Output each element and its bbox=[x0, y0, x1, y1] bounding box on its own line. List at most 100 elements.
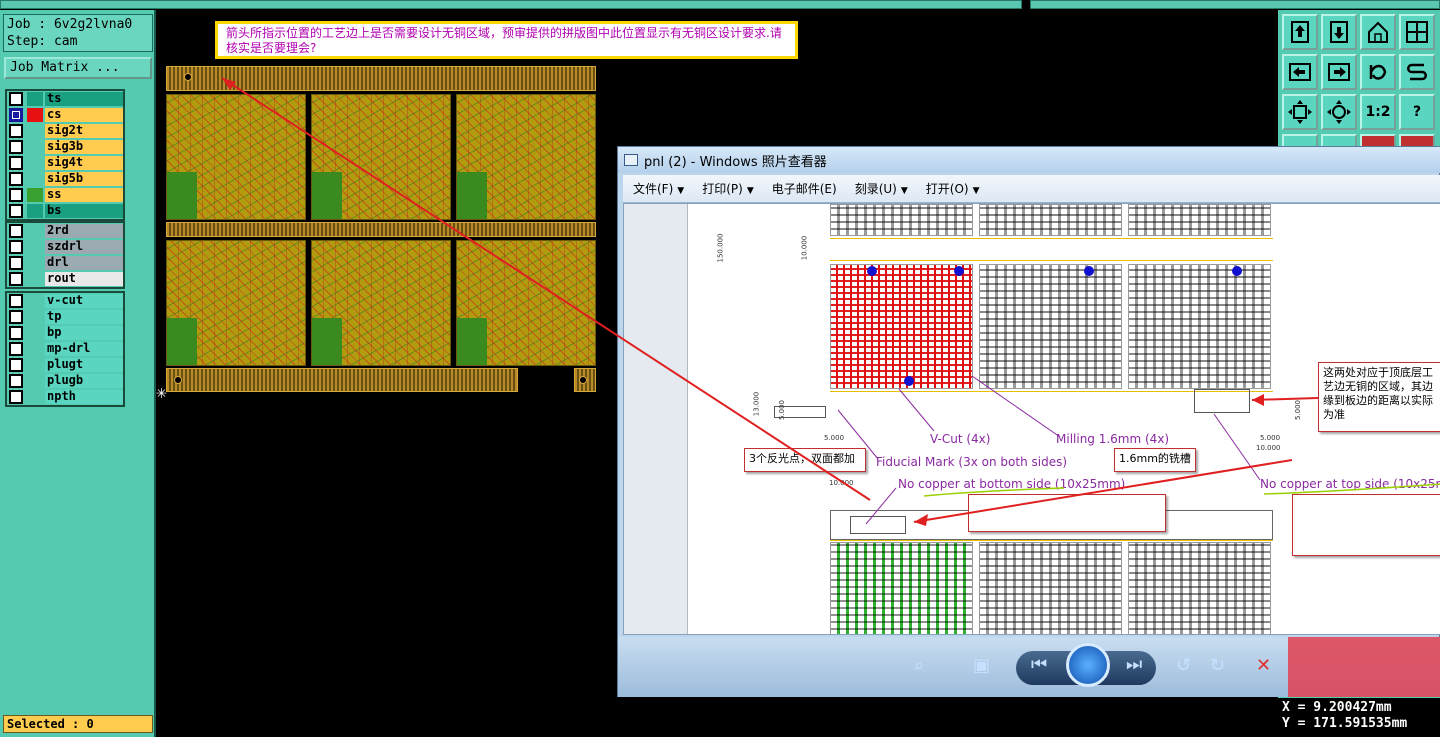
review-question-note: 箭头所指示位置的工艺边上是否需要设计无铜区域，预审提供的拼版图中此位置显示有无铜… bbox=[215, 21, 798, 59]
actual-size-icon[interactable]: ▣ bbox=[973, 655, 990, 676]
coord-x: X = 9.200427mm bbox=[1282, 700, 1392, 715]
layer-row-mp-drl[interactable]: mp-drl bbox=[7, 341, 123, 357]
layer-name: cs bbox=[45, 108, 123, 122]
layer-color-swatch bbox=[27, 342, 43, 356]
layer-checkbox[interactable] bbox=[9, 256, 23, 270]
pan-up-icon[interactable] bbox=[1282, 14, 1318, 50]
bottom-rail bbox=[166, 368, 518, 392]
layer-row-v-cut[interactable]: v-cut bbox=[7, 293, 123, 309]
layer-checkbox[interactable] bbox=[9, 272, 23, 286]
layer-color-swatch bbox=[27, 294, 43, 308]
redraw-icon[interactable] bbox=[1360, 54, 1396, 90]
drawing-arrows bbox=[837, 375, 1440, 526]
layer-checkbox[interactable] bbox=[9, 310, 23, 324]
layer-checkbox[interactable] bbox=[9, 358, 23, 372]
help-button[interactable]: ? bbox=[1399, 94, 1435, 130]
layer-checkbox[interactable] bbox=[9, 140, 23, 154]
layer-row-sig4t[interactable]: sig4t bbox=[7, 155, 123, 171]
tooling-hole bbox=[579, 376, 587, 384]
delete-icon[interactable]: ✕ bbox=[1256, 655, 1271, 676]
layer-checkbox[interactable] bbox=[9, 172, 23, 186]
slideshow-button[interactable] bbox=[1066, 643, 1110, 687]
overlay-red-region bbox=[1288, 637, 1440, 697]
layer-row-tp[interactable]: tp bbox=[7, 309, 123, 325]
viewer-title: pnl (2) - Windows 照片查看器 bbox=[644, 154, 827, 170]
layer-row-ts[interactable]: ts bbox=[7, 91, 123, 107]
layer-row-cs[interactable]: cs bbox=[7, 107, 123, 123]
viewer-image-area[interactable]: 150.000 10.000 13.000 5.000 5.000 10.000… bbox=[623, 203, 1440, 635]
layer-name: v-cut bbox=[45, 294, 123, 308]
home-icon[interactable] bbox=[1360, 14, 1396, 50]
tooling-hole bbox=[184, 73, 192, 81]
layer-checkbox[interactable] bbox=[9, 374, 23, 388]
menu-burn[interactable]: 刻录(U) ▼ bbox=[845, 180, 916, 197]
menu-email[interactable]: 电子邮件(E) bbox=[762, 180, 845, 197]
layer-name: bs bbox=[45, 204, 123, 218]
job-matrix-button[interactable]: Job Matrix ... bbox=[4, 57, 152, 79]
layer-checkbox[interactable] bbox=[9, 204, 23, 218]
layer-color-swatch bbox=[27, 390, 43, 404]
window-fit-icon[interactable] bbox=[1399, 14, 1435, 50]
layer-checkbox[interactable] bbox=[9, 390, 23, 404]
layer-name: ts bbox=[45, 92, 123, 106]
layer-checkbox[interactable] bbox=[9, 224, 23, 238]
pan-left-icon[interactable] bbox=[1282, 54, 1318, 90]
zoom-fit-icon[interactable] bbox=[1282, 94, 1318, 130]
layer-row-drl[interactable]: drl bbox=[7, 255, 123, 271]
layer-color-swatch bbox=[27, 256, 43, 270]
layer-checkbox[interactable] bbox=[9, 124, 23, 138]
layer-group-drill: 2rd szdrl drl rout bbox=[5, 221, 125, 289]
layer-color-swatch bbox=[27, 358, 43, 372]
chevron-down-icon: ▼ bbox=[746, 186, 754, 196]
layer-color-swatch bbox=[27, 272, 43, 286]
pcb-board bbox=[311, 94, 451, 220]
middle-rail bbox=[166, 222, 596, 237]
layer-checkbox[interactable] bbox=[9, 108, 23, 122]
layer-row-rout[interactable]: rout bbox=[7, 271, 123, 287]
zoom-icon[interactable]: ⌕ bbox=[914, 655, 924, 676]
layer-name: bp bbox=[45, 326, 123, 340]
layer-color-swatch bbox=[27, 310, 43, 324]
layer-checkbox[interactable] bbox=[9, 156, 23, 170]
pan-down-icon[interactable] bbox=[1321, 14, 1357, 50]
top-strip bbox=[0, 0, 1440, 10]
next-icon[interactable]: ⏭ bbox=[1126, 654, 1142, 675]
layer-row-bs[interactable]: bs bbox=[7, 203, 123, 219]
layer-checkbox[interactable] bbox=[9, 326, 23, 340]
zoom-toggle-icon[interactable] bbox=[1399, 54, 1435, 90]
layer-checkbox[interactable] bbox=[9, 294, 23, 308]
layer-name: mp-drl bbox=[45, 342, 123, 356]
layer-checkbox[interactable] bbox=[9, 188, 23, 202]
layer-row-sig2t[interactable]: sig2t bbox=[7, 123, 123, 139]
pan-right-icon[interactable] bbox=[1321, 54, 1357, 90]
zoom-center-icon[interactable] bbox=[1321, 94, 1357, 130]
pcb-panel-view[interactable] bbox=[166, 66, 596, 392]
cursor-coordinates: X = 9.200427mm Y = 171.591535mm bbox=[1278, 698, 1440, 737]
layer-color-swatch bbox=[27, 92, 43, 106]
layer-row-plugb[interactable]: plugb bbox=[7, 373, 123, 389]
menu-print[interactable]: 打印(P) ▼ bbox=[692, 180, 762, 197]
scale-1-2-button[interactable]: 1:2 bbox=[1360, 94, 1396, 130]
layer-color-swatch bbox=[27, 172, 43, 186]
layer-color-swatch bbox=[27, 374, 43, 388]
viewer-title-bar[interactable]: pnl (2) - Windows 照片查看器 bbox=[618, 147, 1440, 173]
layer-row-sig3b[interactable]: sig3b bbox=[7, 139, 123, 155]
viewer-menu-bar: 文件(F) ▼ 打印(P) ▼ 电子邮件(E) 刻录(U) ▼ 打开(O) ▼ bbox=[623, 175, 1440, 203]
layer-row-2rd[interactable]: 2rd bbox=[7, 223, 123, 239]
pcb-board bbox=[166, 240, 306, 366]
rotate-right-icon[interactable]: ↻ bbox=[1210, 655, 1225, 676]
rotate-left-icon[interactable]: ↺ bbox=[1176, 655, 1191, 676]
layer-row-npth[interactable]: npth bbox=[7, 389, 123, 405]
layer-row-szdrl[interactable]: szdrl bbox=[7, 239, 123, 255]
layer-row-plugt[interactable]: plugt bbox=[7, 357, 123, 373]
layer-row-ss[interactable]: ss bbox=[7, 187, 123, 203]
previous-icon[interactable]: ⏮ bbox=[1031, 654, 1047, 675]
layer-name: sig5b bbox=[45, 172, 123, 186]
menu-open[interactable]: 打开(O) ▼ bbox=[916, 180, 988, 197]
layer-row-bp[interactable]: bp bbox=[7, 325, 123, 341]
layer-checkbox[interactable] bbox=[9, 240, 23, 254]
layer-checkbox[interactable] bbox=[9, 92, 23, 106]
layer-row-sig5b[interactable]: sig5b bbox=[7, 171, 123, 187]
menu-file[interactable]: 文件(F) ▼ bbox=[623, 180, 692, 197]
layer-checkbox[interactable] bbox=[9, 342, 23, 356]
